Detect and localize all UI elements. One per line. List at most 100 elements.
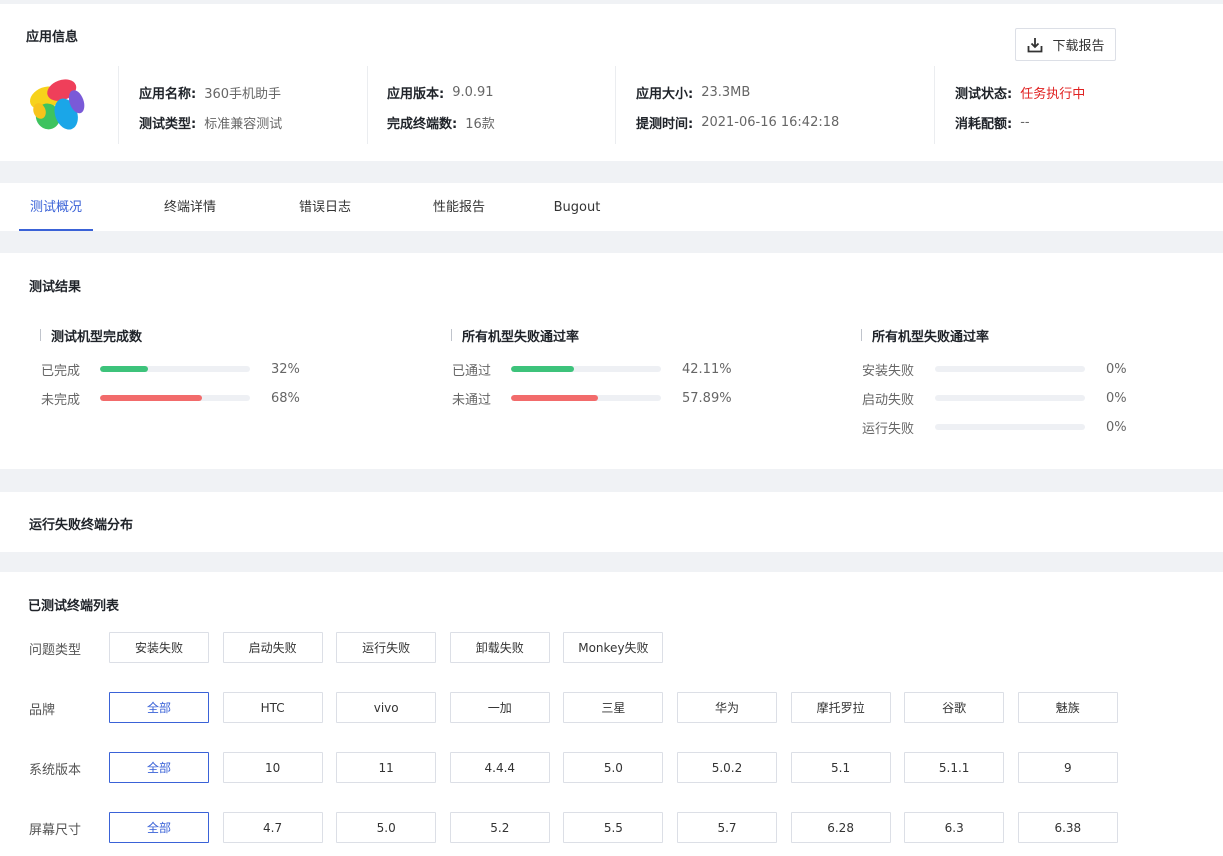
- progress-bar: [935, 424, 1085, 430]
- submit-time-field: 提测时间: 2021-06-16 16:42:18: [636, 113, 839, 132]
- devices-done-value: 16款: [465, 117, 495, 132]
- tab-overview[interactable]: 测试概况: [19, 183, 93, 231]
- app-name-value: 360手机助手: [204, 87, 282, 102]
- app-size-value: 23.3MB: [701, 85, 751, 100]
- filter-option[interactable]: 4.4.4: [449, 752, 550, 783]
- filter-option[interactable]: 10: [222, 752, 323, 783]
- app-logo: [30, 79, 85, 130]
- download-icon: [1028, 37, 1043, 52]
- filter-option[interactable]: 全部: [109, 692, 209, 723]
- divider: [615, 66, 616, 144]
- tab-bar: 测试概况 终端详情 错误日志 性能报告 Bugout: [0, 183, 1223, 231]
- filter-option[interactable]: 5.1: [790, 752, 891, 783]
- app-version-field: 应用版本: 9.0.91: [387, 83, 494, 102]
- filter-option[interactable]: 6.38: [1017, 812, 1118, 843]
- test-status-value: 任务执行中: [1020, 87, 1086, 102]
- result-bar-label: 已完成: [41, 363, 81, 379]
- result-column-title: 测试机型完成数: [40, 326, 142, 345]
- filter-option[interactable]: 4.7: [222, 812, 323, 843]
- device-list-card: 已测试终端列表 问题类型 安装失败 启动失败 运行失败 卸载失败 Monkey失败 品牌 全部…: [0, 572, 1223, 856]
- progress-bar-fill: [100, 366, 148, 372]
- filter-option[interactable]: 5.0: [336, 812, 437, 843]
- app-info-title: 应用信息: [26, 30, 79, 45]
- progress-bar: [935, 366, 1085, 372]
- divider: [367, 66, 368, 144]
- filter-option[interactable]: vivo: [336, 692, 437, 723]
- filter-option[interactable]: 一加: [449, 692, 550, 723]
- result-bar-value: 0%: [1106, 361, 1127, 377]
- filter-option[interactable]: 谷歌: [904, 692, 1005, 723]
- filter-option[interactable]: 运行失败: [336, 632, 437, 663]
- filter-option[interactable]: 卸载失败: [449, 632, 550, 663]
- app-version-label: 应用版本:: [387, 87, 445, 102]
- result-bar-value: 68%: [271, 390, 300, 406]
- devices-done-label: 完成终端数:: [387, 117, 458, 132]
- test-status-field: 测试状态: 任务执行中: [955, 83, 1085, 102]
- filter-option[interactable]: 全部: [109, 812, 209, 843]
- test-results-title: 测试结果: [29, 280, 82, 295]
- filter-option[interactable]: 5.0.2: [677, 752, 777, 783]
- result-bar-label: 运行失败: [862, 421, 915, 437]
- test-type-field: 测试类型: 标准兼容测试: [139, 113, 282, 132]
- progress-bar: [100, 395, 250, 401]
- result-bar-row: 未完成 68%: [41, 389, 300, 408]
- filter-option[interactable]: 魅族: [1017, 692, 1118, 723]
- download-report-label: 下载报告: [1052, 39, 1105, 54]
- filter-option[interactable]: 全部: [109, 752, 209, 783]
- quota-value: --: [1020, 115, 1030, 130]
- filter-option[interactable]: 5.7: [677, 812, 777, 843]
- result-bar-row: 未通过 57.89%: [452, 389, 732, 408]
- progress-bar: [511, 395, 661, 401]
- app-size-field: 应用大小: 23.3MB: [636, 83, 750, 102]
- submit-time-value: 2021-06-16 16:42:18: [701, 115, 840, 130]
- tab-error-log[interactable]: 错误日志: [288, 183, 362, 231]
- filter-label: 问题类型: [29, 643, 82, 658]
- filter-option[interactable]: HTC: [222, 692, 323, 723]
- filter-option[interactable]: 5.2: [449, 812, 550, 843]
- progress-bar-fill: [511, 366, 575, 372]
- result-column-title: 所有机型失败通过率: [861, 326, 989, 345]
- progress-bar: [935, 395, 1085, 401]
- quota-field: 消耗配额: --: [955, 113, 1030, 132]
- filter-option[interactable]: 5.5: [563, 812, 664, 843]
- filter-option[interactable]: 5.0: [563, 752, 664, 783]
- filter-option[interactable]: 6.3: [904, 812, 1005, 843]
- test-type-label: 测试类型:: [139, 117, 197, 132]
- filter-label: 屏幕尺寸: [29, 823, 82, 838]
- filter-option[interactable]: 摩托罗拉: [790, 692, 891, 723]
- result-bar-value: 0%: [1106, 390, 1127, 406]
- result-bar-row: 安装失败 0%: [862, 360, 1127, 379]
- progress-bar-fill: [100, 395, 202, 401]
- filter-option[interactable]: 华为: [677, 692, 777, 723]
- filter-option[interactable]: 启动失败: [222, 632, 323, 663]
- result-bar-value: 57.89%: [682, 390, 732, 406]
- progress-bar: [511, 366, 661, 372]
- filter-option[interactable]: Monkey失败: [563, 632, 664, 663]
- divider: [118, 66, 119, 144]
- filter-option[interactable]: 安装失败: [109, 632, 209, 663]
- app-info-card: 应用信息 下载报告 应用名称: 360手机助手 测试类型: 标准兼容测试 应用版…: [0, 4, 1223, 161]
- submit-time-label: 提测时间:: [636, 117, 694, 132]
- filter-option[interactable]: 三星: [563, 692, 664, 723]
- filter-label: 系统版本: [29, 763, 82, 778]
- tab-device-details[interactable]: 终端详情: [153, 183, 227, 231]
- test-status-label: 测试状态:: [955, 87, 1013, 102]
- download-report-button[interactable]: 下载报告: [1015, 28, 1116, 61]
- tab-performance-report[interactable]: 性能报告: [422, 183, 496, 231]
- device-list-title: 已测试终端列表: [28, 599, 120, 614]
- result-bar-label: 未通过: [452, 392, 492, 408]
- result-bar-value: 32%: [271, 361, 300, 377]
- progress-bar: [100, 366, 250, 372]
- test-results-card: 测试结果 测试机型完成数 已完成 32% 未完成 68% 所有机型失败通过率 已通过 42.1…: [0, 253, 1223, 469]
- result-bar-label: 安装失败: [862, 363, 915, 379]
- result-column-title: 所有机型失败通过率: [451, 326, 579, 345]
- app-version-value: 9.0.91: [452, 85, 494, 100]
- filter-option[interactable]: 5.1.1: [904, 752, 1005, 783]
- tab-bugout[interactable]: Bugout: [544, 183, 610, 231]
- app-name-field: 应用名称: 360手机助手: [139, 83, 281, 102]
- filter-option[interactable]: 6.28: [790, 812, 891, 843]
- progress-bar-fill: [511, 395, 598, 401]
- filter-option[interactable]: 9: [1017, 752, 1118, 783]
- filter-option[interactable]: 11: [336, 752, 437, 783]
- test-type-value: 标准兼容测试: [204, 117, 283, 132]
